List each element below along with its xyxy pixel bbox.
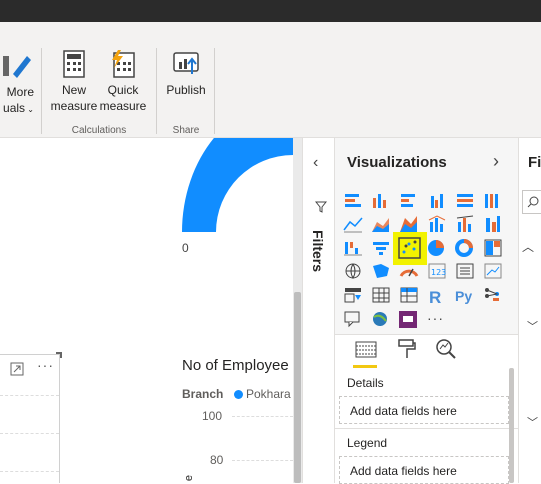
more-visuals-label-2: uals <box>3 101 26 115</box>
card-icon: 123 <box>428 263 446 279</box>
line-and-column-chart-icon <box>428 215 446 232</box>
format-paint-roller-icon[interactable] <box>397 338 417 360</box>
qa-visual-icon <box>344 311 360 328</box>
group-divider <box>156 48 157 134</box>
ribbon: More uals ⌄ New measure Quick measure Ca… <box>0 22 541 138</box>
chevron-down-icon: ⌄ <box>25 105 34 114</box>
kpi-icon <box>484 263 502 279</box>
r-script-visual-icon: R <box>429 288 441 307</box>
quick-measure-label-2: measure <box>99 99 147 113</box>
quick-measure-button[interactable]: Quick measure <box>98 50 148 114</box>
clustered-bar-chart-icon <box>401 194 415 207</box>
table-icon <box>372 287 390 303</box>
stacked-column-chart-icon <box>373 194 386 208</box>
active-tab-indicator <box>353 365 377 368</box>
share-group-label: Share <box>172 125 200 136</box>
report-page[interactable]: 0 ··· No of Employee Branch Pokhara 100 … <box>0 138 293 483</box>
ribbon-chart-icon <box>486 216 500 232</box>
chart-title: No of Employee <box>182 357 289 374</box>
visualizations-pane: Visualizations › 123 R Py ··· Details Le… <box>335 138 518 483</box>
fields-tab-icon[interactable] <box>354 340 378 360</box>
slicer-icon <box>344 288 361 303</box>
more-visuals-ellipsis[interactable]: ··· <box>427 310 444 326</box>
fields-pane[interactable]: Fi ︿ ﹀ ﹀ <box>518 138 541 483</box>
100-percent-column-chart-icon <box>485 194 498 208</box>
pie-chart-icon <box>428 240 444 256</box>
legend-well-label: Legend <box>347 436 388 450</box>
gauge-min-label: 0 <box>182 241 189 255</box>
more-visuals-icon <box>3 56 31 78</box>
visual-gallery[interactable]: 123 R Py <box>335 138 518 338</box>
clustered-column-chart-icon <box>431 194 443 208</box>
filters-pane[interactable]: ‹ Filters <box>302 138 335 483</box>
calculations-group-label: Calculations <box>71 125 127 136</box>
line-chart-icon <box>343 217 363 233</box>
legend-item-label[interactable]: Pokhara <box>246 387 291 401</box>
filter-icon <box>315 201 327 213</box>
filled-map-icon <box>373 264 389 278</box>
new-measure-label: New <box>61 83 86 97</box>
publish-label: Publish <box>166 83 206 97</box>
more-visuals-button[interactable]: More uals ⌄ <box>0 50 34 118</box>
new-measure-button[interactable]: New measure <box>50 50 98 114</box>
search-input[interactable] <box>522 190 541 214</box>
viz-pane-scrollbar[interactable] <box>509 368 514 483</box>
more-visuals-label: More <box>6 85 34 99</box>
publish-icon <box>173 52 199 74</box>
chevron-up-icon[interactable]: ︿ <box>522 238 534 255</box>
legend-drop-zone[interactable]: Add data fields here <box>339 456 509 484</box>
collapse-chevron-left-icon[interactable]: ‹ <box>313 154 318 172</box>
100-percent-bar-chart-icon <box>457 194 473 207</box>
new-measure-label-2: measure <box>50 99 98 113</box>
canvas-scrollbar[interactable] <box>294 292 301 483</box>
gauge-visual[interactable] <box>182 138 293 232</box>
svg-text:123: 123 <box>431 268 446 277</box>
funnel-chart-icon <box>373 242 389 255</box>
fields-title: Fi <box>528 154 541 171</box>
title-bar <box>0 0 541 22</box>
focus-mode-icon[interactable] <box>10 362 24 381</box>
key-influencers-icon <box>485 288 499 301</box>
filters-label[interactable]: Filters <box>310 230 326 272</box>
line-and-clustered-column-icon <box>456 215 474 232</box>
resize-corner-icon[interactable] <box>56 352 62 358</box>
quick-measure-icon <box>112 50 135 78</box>
analytics-magnifier-icon[interactable] <box>435 338 457 360</box>
calculator-icon <box>63 50 85 78</box>
python-visual-icon: Py <box>455 288 472 304</box>
legend-dot <box>234 390 243 399</box>
visual-frame[interactable] <box>0 352 62 483</box>
treemap-icon <box>484 239 502 257</box>
y-axis-title: e <box>183 474 196 482</box>
details-well-label: Details <box>347 376 384 390</box>
chevron-down-icon[interactable]: ﹀ <box>527 414 538 430</box>
group-divider <box>41 48 42 134</box>
legend-field-label: Branch <box>182 387 224 401</box>
stacked-bar-chart-icon <box>345 194 361 207</box>
y-tick-label: 100 <box>202 409 223 423</box>
scatter-chart-icon <box>398 237 421 259</box>
search-icon <box>527 196 539 208</box>
arcgis-map-icon <box>373 312 387 326</box>
area-chart-icon <box>372 218 389 232</box>
donut-chart-icon <box>455 239 473 257</box>
power-apps-icon <box>399 311 417 328</box>
group-divider <box>214 48 215 134</box>
map-icon <box>345 263 361 280</box>
chevron-down-icon[interactable]: ﹀ <box>527 318 538 334</box>
waterfall-chart-icon <box>344 242 362 256</box>
shape-map-icon <box>399 268 419 277</box>
more-options-icon[interactable]: ··· <box>37 357 54 373</box>
stacked-area-chart-icon <box>400 216 417 232</box>
details-drop-zone[interactable]: Add data fields here <box>339 396 509 424</box>
quick-measure-label: Quick <box>107 83 139 97</box>
y-tick-label: 80 <box>210 453 224 467</box>
matrix-icon <box>400 287 418 303</box>
multi-row-card-icon <box>456 263 474 279</box>
publish-button[interactable]: Publish <box>163 50 209 98</box>
